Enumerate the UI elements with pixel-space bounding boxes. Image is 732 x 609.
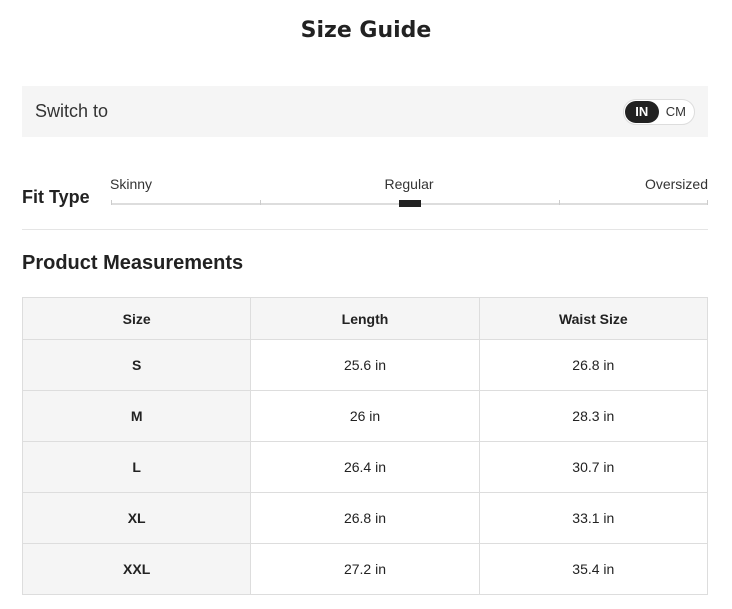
header-waist-size: Waist Size	[478, 297, 709, 340]
unit-option-cm[interactable]: CM	[659, 101, 693, 123]
fit-scale-track	[111, 200, 708, 207]
length-cell: 26 in	[250, 390, 480, 442]
table-row: S 25.6 in 26.8 in	[21, 339, 709, 391]
size-cell: L	[21, 441, 252, 493]
size-cell: S	[21, 339, 252, 391]
switch-label: Switch to	[35, 101, 109, 121]
header-length: Length	[250, 297, 480, 340]
table-row: XXL 27.2 in 35.4 in	[21, 543, 709, 595]
fit-tick	[111, 200, 112, 205]
size-cell: M	[21, 390, 252, 442]
size-guide-page: Size Guide Switch to IN CM Fit Type Skin…	[0, 0, 732, 609]
waist-cell: 28.3 in	[478, 390, 709, 442]
measurements-table: Size Length Waist Size S 25.6 in 26.8 in…	[21, 297, 709, 595]
length-cell: 25.6 in	[250, 339, 480, 391]
table-row: L 26.4 in 30.7 in	[21, 441, 709, 493]
length-cell: 26.8 in	[250, 492, 480, 544]
page-title: Size Guide	[300, 18, 432, 43]
table-row: M 26 in 28.3 in	[21, 390, 709, 442]
unit-switch-bar: Switch to IN CM	[22, 86, 708, 137]
waist-cell: 33.1 in	[478, 492, 709, 544]
unit-option-in[interactable]: IN	[624, 100, 659, 123]
table-header-row: Size Length Waist Size	[21, 297, 709, 340]
length-cell: 27.2 in	[250, 543, 480, 595]
size-cell: XXL	[21, 543, 252, 595]
waist-cell: 35.4 in	[478, 543, 709, 595]
size-cell: XL	[21, 492, 252, 544]
unit-toggle[interactable]: IN CM	[622, 98, 695, 125]
table-row: XL 26.8 in 33.1 in	[21, 492, 709, 544]
waist-cell: 30.7 in	[478, 441, 709, 493]
fit-label-regular: Regular	[384, 176, 434, 192]
fit-label-skinny: Skinny	[110, 176, 153, 192]
fit-tick	[260, 200, 262, 205]
product-measurements-title: Product Measurements	[22, 252, 244, 274]
fit-position-marker	[398, 200, 421, 207]
fit-type-title: Fit Type	[22, 187, 90, 207]
fit-tick	[707, 200, 708, 205]
header-size: Size	[21, 297, 252, 340]
section-divider	[22, 229, 708, 230]
fit-label-oversized: Oversized	[644, 176, 708, 192]
fit-tick	[558, 200, 560, 205]
waist-cell: 26.8 in	[478, 339, 709, 391]
length-cell: 26.4 in	[250, 441, 480, 493]
fit-type-row: Fit Type Skinny Regular Oversized	[22, 170, 708, 230]
